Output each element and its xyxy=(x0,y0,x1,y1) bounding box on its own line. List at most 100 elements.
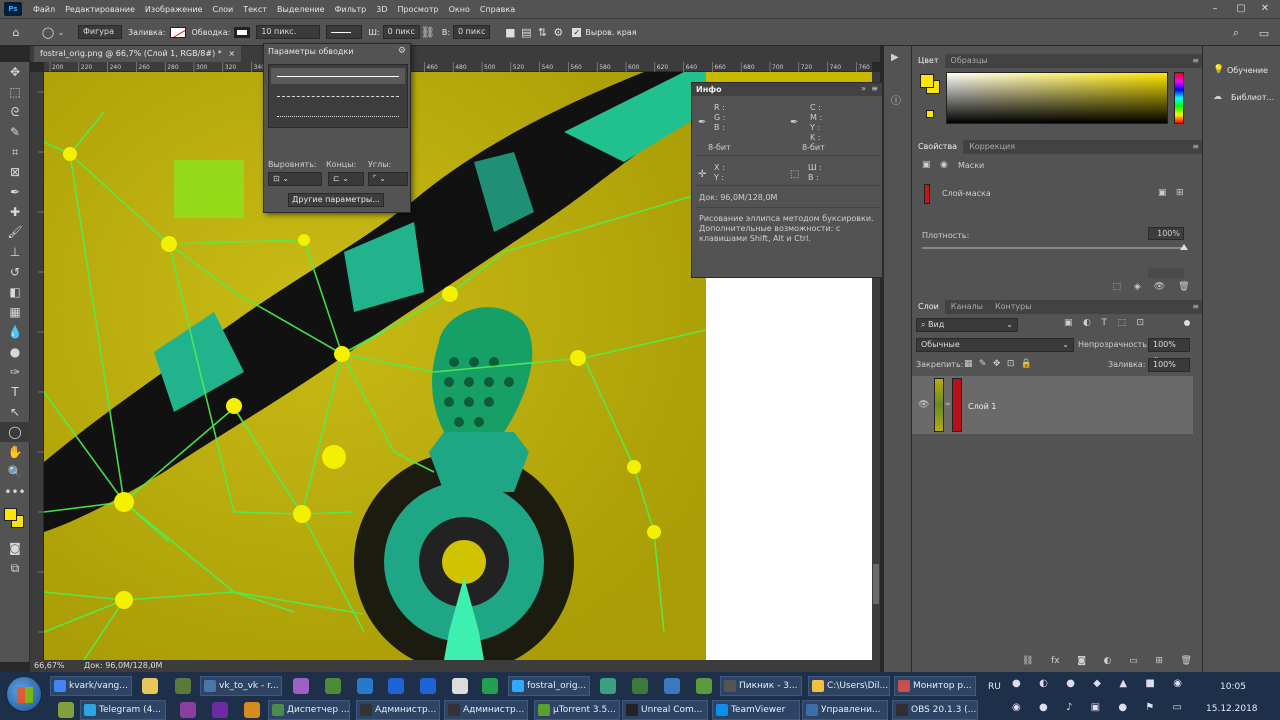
path-select-tool-icon[interactable]: ↖ xyxy=(0,402,30,422)
tray-icon[interactable]: ◉ xyxy=(1173,678,1182,694)
filter-toggle[interactable] xyxy=(1184,320,1190,326)
fill-swatch[interactable] xyxy=(169,26,186,38)
blur-tool-icon[interactable]: 💧 xyxy=(0,322,30,342)
path-arrangement-icon[interactable]: ⇅ xyxy=(534,24,550,40)
tray-icon[interactable]: ▲ xyxy=(1119,678,1127,694)
opacity-input[interactable]: 100% ⌄ xyxy=(1148,338,1190,361)
document-tab[interactable]: fostral_orig.png @ 66,7% (Слой 1, RGB/8#… xyxy=(34,46,242,62)
height-input[interactable]: 0 пикс xyxy=(453,25,491,39)
gear-icon[interactable]: ⚙ xyxy=(550,24,566,40)
gear-icon[interactable]: ⚙ xyxy=(398,46,406,56)
more-tools-icon[interactable]: ••• xyxy=(0,482,30,502)
tray-icon[interactable]: ◐ xyxy=(1039,678,1048,694)
zoom-level[interactable]: 66,67% xyxy=(34,661,65,670)
close-icon[interactable]: ✕ xyxy=(1258,2,1272,16)
chevron-down-icon[interactable]: ⌄ xyxy=(56,24,66,40)
add-vector-mask-icon[interactable]: ⊞ xyxy=(1176,188,1184,198)
tray-icon[interactable]: ♪ xyxy=(1066,702,1072,718)
vscode-icon[interactable] xyxy=(357,678,373,694)
brush-tool-icon[interactable]: 🖌 xyxy=(0,222,30,242)
eyedropper-tool-icon[interactable]: ✒ xyxy=(0,182,30,202)
add-mask-icon[interactable]: ◙ xyxy=(1077,656,1086,666)
pixel-mask-icon[interactable]: ▣ xyxy=(922,160,931,170)
hand-tool-icon[interactable]: ✋ xyxy=(0,442,30,462)
premiere-icon[interactable] xyxy=(212,702,228,718)
app-icon[interactable] xyxy=(452,678,468,694)
lock-pixels-icon[interactable]: ✎ xyxy=(979,359,987,369)
stroke-swatch[interactable] xyxy=(234,26,251,38)
close-tab-icon[interactable]: × xyxy=(228,49,235,58)
tab-swatches[interactable]: Образцы xyxy=(945,54,994,68)
density-slider[interactable] xyxy=(922,247,1184,249)
new-layer-icon[interactable]: ⊞ xyxy=(1155,656,1163,666)
eye-icon[interactable]: 👁 xyxy=(918,400,929,410)
lock-artboard-icon[interactable]: ⊡ xyxy=(1007,359,1015,369)
gradient-tool-icon[interactable]: ▦ xyxy=(0,302,30,322)
language-indicator[interactable]: RU xyxy=(988,682,1001,692)
color-swatches[interactable] xyxy=(0,502,29,538)
app-icon[interactable] xyxy=(600,678,616,694)
blend-mode-select[interactable]: Обычные ⌄ xyxy=(916,338,1074,352)
filter-shape-icon[interactable]: ⬚ xyxy=(1117,318,1126,328)
tray-icon[interactable]: ● xyxy=(1066,678,1075,694)
menu-item[interactable]: 3D xyxy=(371,5,392,14)
menu-item[interactable]: Окно xyxy=(444,5,475,14)
fill-input[interactable]: 100% ⌄ xyxy=(1148,358,1190,381)
status-arrow-icon[interactable]: › xyxy=(150,661,153,670)
layer-row[interactable]: 👁 ∞ Слой 1 xyxy=(912,376,1193,434)
align-select[interactable]: ⊡ ⌄ xyxy=(268,172,322,186)
healing-brush-tool-icon[interactable]: ✚ xyxy=(0,202,30,222)
taskbar-button[interactable]: vk_to_vk - r... xyxy=(200,676,282,696)
app-icon[interactable] xyxy=(325,678,341,694)
taskbar-button[interactable]: OBS 20.1.3 (... xyxy=(892,700,978,720)
scroll-thumb[interactable] xyxy=(873,564,879,604)
taskbar-button[interactable]: Telegram (4... xyxy=(80,700,166,720)
path-alignment-icon[interactable]: ▤ xyxy=(518,24,534,40)
layer-name[interactable]: Слой 1 xyxy=(968,402,996,411)
taskbar-button[interactable]: fostral_orig... xyxy=(508,676,590,696)
zoom-tool-icon[interactable]: 🔍 xyxy=(0,462,30,482)
more-options-button[interactable]: Другие параметры... xyxy=(288,193,384,207)
folder-icon[interactable] xyxy=(142,678,158,694)
taskbar-button[interactable]: Управлени... xyxy=(802,700,888,720)
panel-menu-icon[interactable]: ≡ xyxy=(1192,300,1199,314)
tray-icon[interactable]: ● xyxy=(1039,702,1048,718)
collapse-icon[interactable]: » xyxy=(861,84,866,93)
crop-tool-icon[interactable]: ⌗ xyxy=(0,142,30,162)
marquee-tool-icon[interactable]: ⬚ xyxy=(0,82,30,102)
tray-icon[interactable]: ◉ xyxy=(1012,702,1021,718)
libraries-icon[interactable]: ☁ xyxy=(1213,92,1222,102)
search-icon[interactable]: ⌕ xyxy=(1228,25,1244,41)
new-group-icon[interactable]: ▭ xyxy=(1129,656,1138,666)
app-icon[interactable] xyxy=(696,678,712,694)
app-icon[interactable] xyxy=(420,678,436,694)
dodge-tool-icon[interactable]: ● xyxy=(0,342,30,362)
tray-icon[interactable]: ⚑ xyxy=(1145,702,1154,718)
width-input[interactable]: 0 пикс xyxy=(382,25,420,39)
layer-filter-select[interactable]: ⌕ Вид ⌄ xyxy=(916,318,1018,332)
app-icon[interactable] xyxy=(388,678,404,694)
fx-icon[interactable]: fx xyxy=(1051,656,1060,666)
link-layers-icon[interactable]: ⛓ xyxy=(1022,656,1033,666)
app-icon[interactable] xyxy=(664,678,680,694)
tab-properties[interactable]: Свойства xyxy=(912,140,964,154)
panel-menu-icon[interactable]: ≡ xyxy=(871,84,878,93)
minimize-icon[interactable]: – xyxy=(1208,2,1222,16)
load-selection-icon[interactable]: ⬚ xyxy=(1112,282,1121,296)
ellipse-tool-preset-icon[interactable]: ◯ xyxy=(40,24,56,40)
taskbar-button[interactable]: Администр... xyxy=(356,700,440,720)
taskbar-button[interactable]: TeamViewer xyxy=(712,700,800,720)
color-field[interactable] xyxy=(946,72,1168,124)
tray-icon[interactable]: ● xyxy=(1118,702,1127,718)
caps-select[interactable]: ⊏ ⌄ xyxy=(328,172,364,186)
menu-item[interactable]: Изображение xyxy=(140,5,208,14)
tab-adjustments[interactable]: Коррекция xyxy=(963,140,1021,154)
photoshop-logo-icon[interactable]: Ps xyxy=(4,2,22,16)
foreground-color-swatch[interactable] xyxy=(4,508,17,521)
learn-icon[interactable]: 💡 xyxy=(1213,65,1224,75)
history-icon[interactable]: ▶ xyxy=(891,52,899,63)
adjustment-layer-icon[interactable]: ◐ xyxy=(1104,656,1112,666)
clock-time[interactable]: 10:05 xyxy=(1220,682,1246,692)
vector-mask-icon[interactable]: ◉ xyxy=(940,160,948,170)
lock-all-icon[interactable]: 🔒 xyxy=(1021,359,1032,369)
